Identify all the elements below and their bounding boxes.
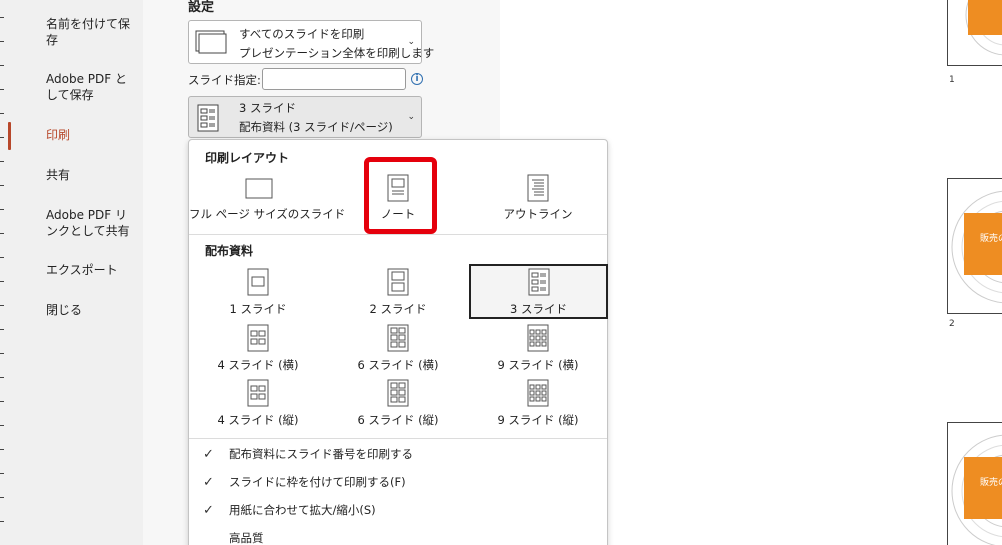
option-frame-slides[interactable]: ✓ スライドに枠を付けて印刷する(F) <box>203 474 406 490</box>
slide-spec-input[interactable] <box>262 68 406 90</box>
handout-option-6-vertical[interactable]: 6 スライド (縦) <box>329 377 467 431</box>
backstage-sidebar: 名前を付けて保存 Adobe PDF として保存 印刷 共有 Adobe PDF… <box>0 0 143 545</box>
handout-2-icon <box>387 268 409 296</box>
slide-title-text: 販売の <box>980 478 1002 488</box>
option-label: スライドに枠を付けて印刷する(F) <box>229 475 406 489</box>
handout-option-4-vertical[interactable]: 4 スライド (縦) <box>189 377 327 431</box>
handout-4-vertical-icon <box>247 379 269 407</box>
chevron-down-icon: ⌄ <box>407 112 415 122</box>
handouts-heading: 配布資料 <box>205 244 254 258</box>
handout-option-2[interactable]: 2 スライド <box>329 264 467 318</box>
chevron-down-icon: ⌄ <box>407 37 415 47</box>
info-icon[interactable]: i <box>411 73 423 85</box>
handout-option-label: 4 スライド (横) <box>217 358 299 372</box>
print-layout-heading: 印刷レイアウト <box>205 151 290 165</box>
handout-6-vertical-icon <box>387 379 409 407</box>
check-icon: ✓ <box>203 503 214 518</box>
settings-heading: 設定 <box>188 0 215 15</box>
handout-option-label: 4 スライド (縦) <box>217 413 299 427</box>
print-range-title: すべてのスライドを印刷 <box>239 27 365 41</box>
sidebar-item-export[interactable]: エクスポート <box>46 262 136 278</box>
option-label: 配布資料にスライド番号を印刷する <box>229 447 413 461</box>
slides-stack-icon <box>195 30 227 54</box>
preview-thumbnail-2[interactable]: 販売の <box>947 178 1002 314</box>
slide-spec-label: スライド指定: <box>188 73 261 87</box>
outline-page-icon <box>527 174 549 202</box>
menu-separator <box>189 234 607 235</box>
slide-title-text: 販売の <box>980 234 1002 244</box>
print-range-dropdown[interactable]: すべてのスライドを印刷 プレゼンテーション全体を印刷します ⌄ <box>188 20 434 64</box>
ruler-ticks <box>0 0 4 545</box>
layout-title: 3 スライド <box>239 101 296 115</box>
handout-option-6-horizontal[interactable]: 6 スライド (横) <box>329 322 467 376</box>
sidebar-item-print[interactable]: 印刷 <box>46 127 136 143</box>
slide-title-block: 販売の <box>964 457 1002 519</box>
print-range-desc: プレゼンテーション全体を印刷します <box>239 46 435 60</box>
layout-option-full-page[interactable]: フル ページ サイズのスライド <box>189 170 346 224</box>
handout-9-vertical-icon <box>527 379 549 407</box>
handout-3-icon <box>197 104 219 132</box>
sidebar-item-save-as-adobe-pdf[interactable]: Adobe PDF として保存 <box>46 71 136 103</box>
handout-option-label: 9 スライド (横) <box>497 358 579 372</box>
print-layout-menu: 印刷レイアウト フル ページ サイズのスライド ノート アウトライン 配布資料 <box>188 139 608 545</box>
layout-option-label: フル ページ サイズのスライド <box>189 207 346 221</box>
slide-title-block: 販売の <box>964 213 1002 275</box>
full-page-slide-icon <box>245 178 273 199</box>
layout-option-label: アウトライン <box>503 207 573 221</box>
sidebar-item-share-adobe-pdf-link[interactable]: Adobe PDF リンクとして共有 <box>46 207 136 239</box>
handout-3-icon <box>528 268 549 296</box>
menu-separator <box>189 438 607 439</box>
sidebar-item-save-as[interactable]: 名前を付けて保存 <box>46 16 136 48</box>
highlight-box <box>364 157 437 234</box>
layout-desc: 配布資料 (3 スライド/ページ) <box>239 120 393 134</box>
active-indicator <box>8 122 11 150</box>
option-scale-to-fit[interactable]: ✓ 用紙に合わせて拡大/縮小(S) <box>203 502 376 518</box>
handout-option-label: 9 スライド (縦) <box>497 413 579 427</box>
check-icon: ✓ <box>203 475 214 490</box>
handout-option-label: 3 スライド <box>510 302 567 316</box>
option-print-slide-numbers[interactable]: ✓ 配布資料にスライド番号を印刷する <box>203 446 413 462</box>
preview-thumbnail-3[interactable]: 販売の <box>947 422 1002 545</box>
check-icon: ✓ <box>203 447 214 462</box>
handout-9-horizontal-icon <box>527 324 549 352</box>
handout-option-label: 6 スライド (横) <box>357 358 439 372</box>
handout-option-9-vertical[interactable]: 9 スライド (縦) <box>469 377 607 431</box>
option-label: 高品質 <box>229 531 264 545</box>
handout-4-horizontal-icon <box>247 324 269 352</box>
sidebar-item-close[interactable]: 閉じる <box>46 302 136 318</box>
preview-thumbnail-1[interactable] <box>947 0 1002 66</box>
handout-1-icon <box>247 268 269 296</box>
handout-option-1[interactable]: 1 スライド <box>189 264 327 318</box>
handout-6-horizontal-icon <box>387 324 409 352</box>
handout-option-label: 1 スライド <box>229 302 287 316</box>
handout-option-9-horizontal[interactable]: 9 スライド (横) <box>469 322 607 376</box>
sidebar-item-share[interactable]: 共有 <box>46 167 136 183</box>
thumbnail-number: 2 <box>949 319 955 329</box>
print-layout-dropdown[interactable]: 3 スライド 配布資料 (3 スライド/ページ) ⌄ <box>188 96 422 138</box>
slide-orange-block <box>968 0 1002 35</box>
handout-option-label: 6 スライド (縦) <box>357 413 439 427</box>
thumbnail-number: 1 <box>949 75 955 85</box>
option-label: 用紙に合わせて拡大/縮小(S) <box>229 503 376 517</box>
layout-option-outline[interactable]: アウトライン <box>469 170 607 224</box>
handout-option-4-horizontal[interactable]: 4 スライド (横) <box>189 322 327 376</box>
handout-option-label: 2 スライド <box>369 302 427 316</box>
option-high-quality[interactable]: 高品質 <box>203 530 264 545</box>
handout-option-3[interactable]: 3 スライド <box>469 264 608 319</box>
